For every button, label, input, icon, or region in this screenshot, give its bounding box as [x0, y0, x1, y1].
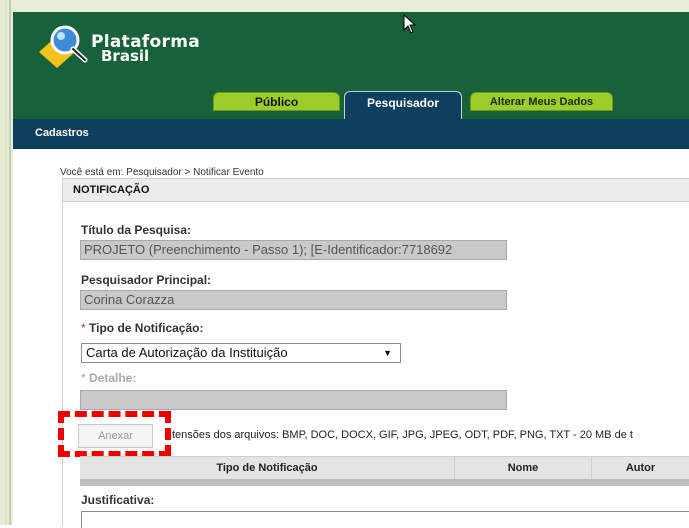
logo-text: Brasil: [101, 47, 150, 65]
tab-pesquisador[interactable]: Pesquisador: [344, 91, 462, 119]
tipo-notificacao-select[interactable]: Carta de Autorização da Instituição ▼: [81, 343, 401, 363]
tab-publico[interactable]: Público: [213, 92, 340, 111]
chevron-down-icon: ▼: [383, 348, 392, 358]
annotation-highlight: [58, 411, 171, 457]
main-nav: Cadastros: [13, 119, 689, 149]
detalhe-field[interactable]: [80, 390, 507, 410]
frame-divider: [9, 0, 11, 525]
attachments-table-header: Tipo de Notificação Nome Autor: [80, 456, 689, 480]
mouse-cursor-icon: [403, 14, 417, 34]
panel-title: NOTIFICAÇÃO: [63, 179, 689, 202]
tipo-notificacao-label: * Tipo de Notificação:: [81, 321, 203, 335]
breadcrumb: Você está em: Pesquisador > Notificar Ev…: [60, 167, 264, 178]
detalhe-label-text: Detalhe:: [89, 371, 137, 385]
pesquisador-field: Corina Corazza: [80, 290, 507, 310]
tipo-notificacao-label-text: Tipo de Notificação:: [89, 321, 204, 335]
frame-divider: [5, 0, 7, 525]
allowed-extensions-text: tensões dos arquivos: BMP, DOC, DOCX, GI…: [172, 429, 633, 441]
required-mark: *: [81, 371, 86, 385]
titulo-field: PROJETO (Preenchimento - Passo 1); [E-Id…: [80, 240, 507, 260]
titulo-label: Título da Pesquisa:: [81, 223, 192, 237]
select-value: Carta de Autorização da Instituição: [86, 345, 288, 360]
attachments-table-body: [80, 479, 689, 486]
column-header-tipo: Tipo de Notificação: [80, 457, 455, 479]
detalhe-label: * Detalhe:: [81, 371, 136, 385]
nav-item-cadastros[interactable]: Cadastros: [35, 127, 89, 139]
justificativa-textarea[interactable]: [81, 511, 689, 528]
pesquisador-label: Pesquisador Principal:: [81, 273, 212, 287]
tab-alterar-meus-dados[interactable]: Alterar Meus Dados: [470, 92, 613, 111]
required-mark: *: [81, 321, 86, 335]
browser-frame-top: [0, 0, 689, 12]
justificativa-label: Justificativa:: [81, 493, 155, 507]
column-header-autor: Autor: [625, 462, 656, 474]
column-header-nome: Nome: [455, 457, 592, 479]
